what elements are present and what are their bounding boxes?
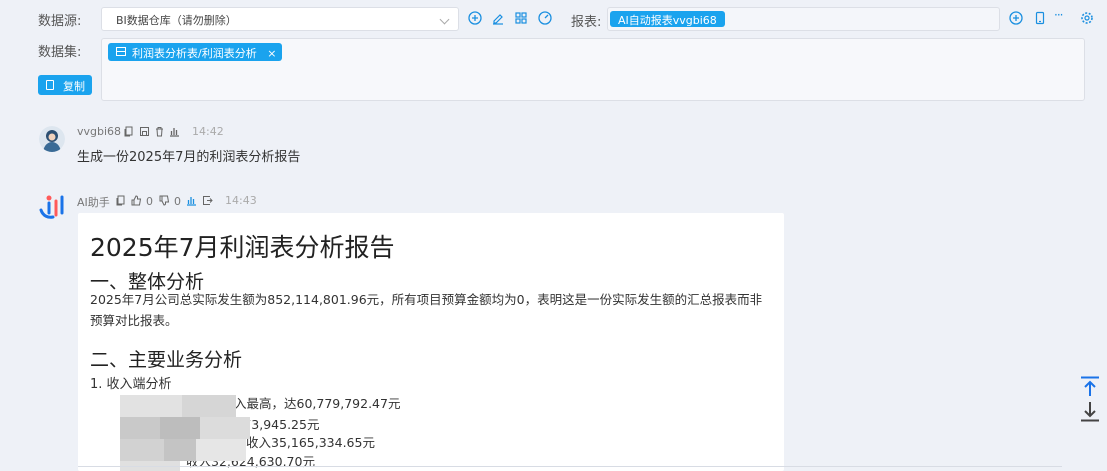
- report-tag[interactable]: AI自动报表vvgbi68: [610, 11, 725, 27]
- scroll-bottom-button[interactable]: [1078, 400, 1102, 422]
- message-author: AI助手: [77, 196, 110, 209]
- edit-icon[interactable]: [491, 11, 505, 25]
- mobile-icon[interactable]: [1033, 11, 1047, 25]
- report-title: 2025年7月利润表分析报告: [90, 233, 395, 262]
- delete-icon[interactable]: [154, 126, 165, 137]
- grid-icon[interactable]: [514, 11, 528, 25]
- divider: [78, 466, 1062, 467]
- report-select[interactable]: AI自动报表vvgbi68: [607, 7, 1000, 31]
- settings-icon[interactable]: [1080, 11, 1094, 25]
- dataset-tag-label: 利润表分析表/利润表分析: [132, 47, 257, 60]
- ai-avatar: [38, 192, 66, 220]
- user-avatar: [39, 126, 65, 152]
- list-item: 收入35,165,334.65元: [246, 435, 375, 450]
- like-count: 0: [146, 195, 153, 208]
- close-icon[interactable]: ×: [267, 47, 276, 60]
- dataset-box[interactable]: 利润表分析表/利润表分析 ×: [101, 38, 1085, 101]
- copy-button[interactable]: 复制: [38, 75, 92, 95]
- dislike-count: 0: [174, 195, 181, 208]
- chart-icon[interactable]: [186, 195, 197, 206]
- redaction-mosaic: [120, 395, 250, 471]
- copy-message-icon[interactable]: [115, 195, 126, 206]
- datasource-label: 数据源:: [38, 14, 82, 29]
- add-circle-icon[interactable]: [468, 11, 482, 25]
- message-time: 14:43: [225, 194, 257, 207]
- report-label: 报表:: [571, 15, 602, 30]
- message-text: 生成一份2025年7月的利润表分析报告: [77, 150, 301, 165]
- copy-label: 复制: [63, 80, 85, 93]
- scroll-top-button[interactable]: [1078, 376, 1102, 398]
- datasource-select[interactable]: BI数据仓库（请勿删除）: [101, 7, 459, 31]
- chart-icon[interactable]: [169, 126, 180, 137]
- more-icon[interactable]: ···: [1054, 8, 1064, 22]
- message-author: vvgbi68: [77, 125, 122, 138]
- copy-icon: [46, 80, 54, 90]
- export-icon[interactable]: [202, 195, 213, 206]
- add-report-icon[interactable]: [1009, 11, 1023, 25]
- thumbs-up-icon[interactable]: [131, 195, 142, 206]
- section-title: 二、主要业务分析: [90, 349, 243, 371]
- list-item: 入最高，达60,779,792.47元: [234, 396, 401, 411]
- thumbs-down-icon[interactable]: [159, 195, 170, 206]
- dataset-tag[interactable]: 利润表分析表/利润表分析 ×: [108, 43, 283, 61]
- save-icon[interactable]: [139, 126, 150, 137]
- dashboard-icon[interactable]: [538, 11, 552, 25]
- subsection-title: 1. 收入端分析: [90, 377, 172, 392]
- copy-message-icon[interactable]: [123, 126, 134, 137]
- section-text: 2025年7月公司总实际发生额为852,114,801.96元，所有项目预算金额…: [90, 292, 763, 328]
- dataset-label: 数据集:: [38, 45, 82, 60]
- message-time: 14:42: [192, 125, 224, 138]
- datasource-value: BI数据仓库（请勿删除）: [116, 14, 237, 27]
- table-icon: [116, 47, 126, 56]
- chevron-down-icon: [439, 14, 450, 25]
